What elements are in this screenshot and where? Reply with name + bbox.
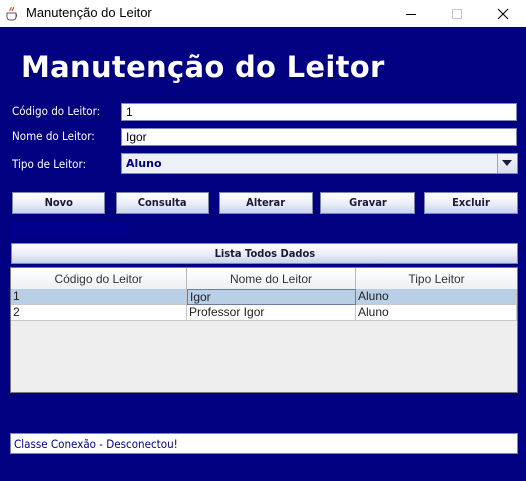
chevron-down-icon	[502, 160, 512, 166]
table-header: Código do Leitor Nome do Leitor Tipo Lei…	[11, 268, 517, 290]
tipo-selected-value: Aluno	[126, 157, 162, 170]
status-message: Classe Conexão - Desconectou!	[14, 437, 178, 451]
consulta-button-label: Consulta	[138, 196, 187, 209]
alterar-button[interactable]: Alterar	[219, 192, 313, 214]
tipo-label: Tipo de Leitor:	[12, 157, 87, 171]
table-cell[interactable]: 2	[11, 305, 187, 321]
consulta-button[interactable]: Consulta	[116, 192, 209, 214]
tipo-select[interactable]: Aluno	[121, 153, 518, 174]
page-title: Manutenção do Leitor	[21, 50, 385, 84]
status-field: Classe Conexão - Desconectou!	[10, 433, 518, 454]
close-icon	[497, 8, 509, 20]
novo-button-label: Novo	[44, 196, 73, 209]
gravar-button-label: Gravar	[348, 196, 387, 209]
column-header-nome[interactable]: Nome do Leitor	[187, 268, 356, 289]
table-row[interactable]: 2 Professor Igor Aluno	[11, 305, 517, 321]
excluir-button[interactable]: Excluir	[424, 192, 518, 214]
minimize-button[interactable]	[388, 0, 434, 27]
table-row[interactable]: 1 Igor Aluno	[11, 289, 517, 305]
excluir-button-label: Excluir	[452, 196, 490, 209]
window-title: Manutenção do Leitor	[26, 5, 152, 20]
column-header-tipo[interactable]: Tipo Leitor	[356, 268, 517, 289]
table-cell[interactable]: Professor Igor	[187, 305, 356, 321]
title-bar[interactable]: Manutenção do Leitor	[0, 0, 526, 27]
nome-label: Nome do Leitor:	[12, 129, 95, 143]
leitor-table[interactable]: Código do Leitor Nome do Leitor Tipo Lei…	[10, 267, 518, 393]
novo-button[interactable]: Novo	[12, 192, 105, 214]
gravar-button[interactable]: Gravar	[320, 192, 415, 214]
alterar-button-label: Alterar	[246, 196, 286, 209]
dropdown-arrow-button[interactable]	[497, 154, 517, 173]
nome-input[interactable]: Igor	[121, 128, 517, 146]
minimize-icon	[406, 14, 416, 15]
table-cell[interactable]: 1	[11, 289, 187, 305]
codigo-input[interactable]: 1	[121, 103, 517, 121]
column-header-codigo[interactable]: Código do Leitor	[11, 268, 187, 289]
table-cell[interactable]: Igor	[187, 289, 356, 305]
table-cell[interactable]: Aluno	[356, 289, 517, 305]
empty-panel	[10, 223, 128, 238]
application-window: Manutenção do Leitor Manutenção do Leito…	[0, 0, 526, 481]
maximize-button[interactable]	[434, 0, 480, 27]
lista-todos-label: Lista Todos Dados	[214, 247, 315, 260]
codigo-label: Código do Leitor:	[12, 104, 101, 118]
lista-todos-button[interactable]: Lista Todos Dados	[11, 243, 518, 264]
table-cell[interactable]: Aluno	[356, 305, 517, 321]
close-button[interactable]	[480, 0, 526, 27]
java-cup-icon	[5, 5, 19, 21]
maximize-icon	[452, 9, 462, 19]
